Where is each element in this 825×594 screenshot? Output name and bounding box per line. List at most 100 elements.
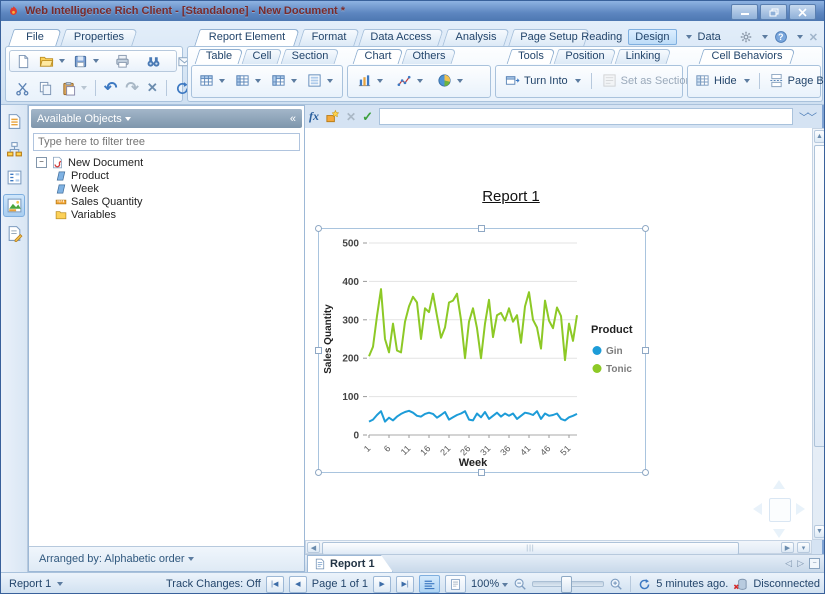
tab-report-element[interactable]: Report Element [197,29,297,46]
vertical-scroll-thumb[interactable] [814,145,825,447]
previous-sheet-icon[interactable]: ◁ [785,558,792,569]
mode-data[interactable]: Data [698,31,721,43]
resize-handle[interactable] [642,225,649,232]
insert-vertical-table-button[interactable] [233,72,263,89]
nav-down-icon[interactable] [773,529,785,538]
insert-pie-chart-button[interactable] [435,72,465,89]
insert-bar-chart-button[interactable] [355,72,385,89]
scroll-up-button[interactable]: ▲ [814,130,825,143]
tree-row-week[interactable]: Week [29,182,302,195]
copy-button[interactable] [36,80,55,97]
zoom-out-icon[interactable] [513,577,527,591]
close-button[interactable] [789,4,816,20]
previous-page-button[interactable]: ◀ [289,576,307,593]
mode-reading[interactable]: Reading [581,31,622,43]
subtab-table[interactable]: Table [197,49,241,64]
horizontal-scrollbar[interactable]: ◀ ||| ▶ ▾ [305,540,812,554]
tab-file[interactable]: File [11,29,59,46]
print-button[interactable] [113,53,132,70]
resize-handle[interactable] [478,469,485,476]
undo-button[interactable]: ↶ [102,77,119,99]
tab-properties[interactable]: Properties [63,29,135,46]
arranged-by-bar[interactable]: Arranged by: Alphabetic order [29,546,304,571]
sheet-tab-report1[interactable]: Report 1 [307,555,393,572]
tree-row-sales-quantity[interactable]: Sales Quantity [29,195,302,208]
resize-handle[interactable] [315,469,322,476]
delete-button[interactable]: ✕ [145,79,160,97]
input-controls-button[interactable] [3,166,25,189]
subtab-position[interactable]: Position [556,49,614,64]
nav-left-icon[interactable] [753,503,762,515]
chart-block[interactable]: 010020030040050016111621263136414651Sale… [318,228,646,473]
cut-button[interactable] [13,80,32,97]
cancel-formula-button[interactable]: ✕ [346,110,356,124]
vertical-scrollbar[interactable]: ▲ ▼ [812,128,825,540]
create-variable-button[interactable] [325,109,340,124]
expand-formula-bar-icon[interactable]: ﹀﹀ [799,109,815,124]
subtab-cell-behaviors[interactable]: Cell Behaviors [701,49,793,64]
chevron-down-icon[interactable] [686,35,692,39]
tab-format[interactable]: Format [301,29,357,46]
hide-button[interactable]: Hide [691,71,754,90]
subtab-chart[interactable]: Chart [355,49,401,64]
resize-handle[interactable] [642,347,649,354]
formula-editor-button[interactable]: fx [309,109,319,124]
nav-right-icon[interactable] [796,503,805,515]
collapse-panel-icon[interactable]: « [290,113,296,125]
add-sheet-icon[interactable]: − [809,558,820,569]
insert-horizontal-table-button[interactable] [197,72,227,89]
save-button[interactable] [71,53,101,70]
help-button[interactable]: ? [774,30,788,44]
quick-display-mode-button[interactable] [419,575,440,593]
insert-form-button[interactable] [305,72,335,89]
paste-button[interactable] [59,80,89,97]
subtab-cell[interactable]: Cell [244,49,280,64]
tree-row-variables[interactable]: Variables [29,208,302,221]
collapse-ribbon-icon[interactable]: ✕ [809,31,818,44]
report-canvas[interactable]: Report 1 0100200300400500161116212631364… [305,128,812,540]
zoom-slider-thumb[interactable] [561,576,572,593]
insert-cross-table-button[interactable] [269,72,299,89]
new-document-button[interactable] [14,53,33,70]
first-page-button[interactable]: |◀ [266,576,284,593]
subtab-linking[interactable]: Linking [617,49,669,64]
formula-input[interactable] [379,108,793,125]
resize-handle[interactable] [478,225,485,232]
mode-design[interactable]: Design [628,29,676,45]
set-as-section-button[interactable]: Set as Section [598,71,696,90]
next-page-button[interactable]: ▶ [373,576,391,593]
collapse-node-icon[interactable]: − [36,157,47,168]
resize-handle[interactable] [315,347,322,354]
tab-analysis[interactable]: Analysis [445,29,507,46]
redo-button[interactable]: ↷ [123,77,140,99]
restore-button[interactable] [760,4,787,20]
tab-page-setup[interactable]: Page Setup [511,29,587,46]
available-objects-button[interactable] [3,194,25,217]
validate-formula-button[interactable]: ✓ [362,109,373,125]
open-button[interactable] [37,53,67,70]
chevron-down-icon[interactable] [762,35,768,39]
tab-data-access[interactable]: Data Access [361,29,441,46]
zoom-slider[interactable] [532,581,604,587]
panel-header[interactable]: Available Objects « [31,109,302,128]
subtab-others[interactable]: Others [404,49,454,64]
scroll-down-button[interactable]: ▼ [814,525,825,538]
settings-gear-icon[interactable] [739,30,753,44]
resize-handle[interactable] [642,469,649,476]
report-selector[interactable]: Report 1 [9,573,63,594]
report-title-cell[interactable]: Report 1 [451,188,571,205]
last-page-button[interactable]: ▶| [396,576,414,593]
subtab-tools[interactable]: Tools [509,49,553,64]
page-break-button[interactable]: Page Break [765,71,825,90]
find-button[interactable] [144,53,163,70]
refresh-status-icon[interactable] [638,578,651,591]
zoom-level-button[interactable]: 100% [471,578,508,590]
scroll-right-button[interactable]: ▶ [781,542,794,553]
tree-filter-input[interactable] [33,133,300,151]
next-sheet-icon[interactable]: ▷ [797,558,804,569]
page-navigation-overlay[interactable] [753,480,805,538]
turn-into-button[interactable]: Turn Into [501,71,585,90]
subtab-section[interactable]: Section [283,49,337,64]
insert-line-chart-button[interactable] [395,72,425,89]
chevron-down-icon[interactable] [797,35,803,39]
